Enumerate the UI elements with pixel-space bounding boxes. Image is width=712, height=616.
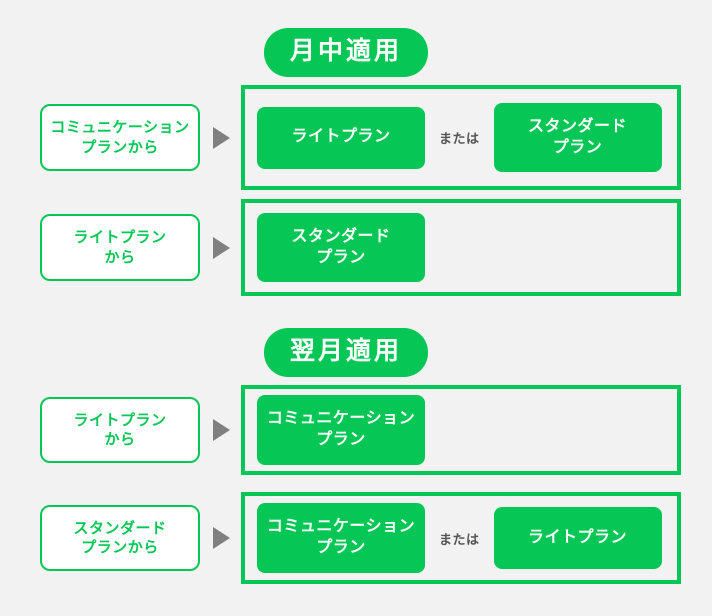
from-plan-box-3: ライトプラン から (40, 396, 200, 464)
transition-row-3: ライトプラン から コミュニケーション プラン (0, 385, 712, 475)
plan-chip[interactable]: ライトプラン (257, 106, 425, 169)
arrow-right-icon-2 (213, 236, 230, 259)
or-label-1: または (439, 131, 480, 146)
or-label-4: または (439, 531, 480, 547)
section-badge-next-month: 翌月適用 (264, 328, 429, 377)
plan-change-diagram: 月中適用 コミュニケーション プランから ライトプラン または スタンダード プラン… (0, 0, 712, 616)
arrow-right-icon-3 (213, 419, 230, 441)
arrow-right-icon-4 (213, 527, 230, 549)
section-badge-row-mid-month: 月中適用 (0, 28, 712, 77)
plan-chip[interactable]: スタンダード プラン (493, 102, 662, 173)
transition-row-4: スタンダード プランから コミュニケーション プラン または ライトプラン (0, 492, 712, 584)
transition-row-2: ライトプラン から スタンダード プラン (0, 199, 712, 296)
section-badge-mid-month: 月中適用 (264, 28, 429, 77)
target-plan-group-3: コミュニケーション プラン (241, 385, 681, 475)
arrow-right-icon-1 (213, 126, 230, 149)
plan-chip[interactable]: ライトプラン (493, 507, 662, 569)
from-plan-box-4: スタンダード プランから (40, 504, 200, 572)
section-badge-row-next-month: 翌月適用 (0, 328, 712, 377)
plan-chip[interactable]: スタンダード プラン (257, 212, 425, 283)
plan-chip[interactable]: コミュニケーション プラン (257, 395, 425, 465)
target-plan-group-1: ライトプラン または スタンダード プラン (241, 85, 681, 190)
target-plan-group-4: コミュニケーション プラン または ライトプラン (241, 492, 681, 584)
from-plan-box-1: コミュニケーション プランから (40, 104, 200, 171)
target-plan-group-2: スタンダード プラン (241, 199, 681, 296)
transition-row-1: コミュニケーション プランから ライトプラン または スタンダード プラン (0, 85, 712, 190)
plan-chip[interactable]: コミュニケーション プラン (257, 503, 425, 573)
from-plan-box-2: ライトプラン から (40, 214, 200, 281)
